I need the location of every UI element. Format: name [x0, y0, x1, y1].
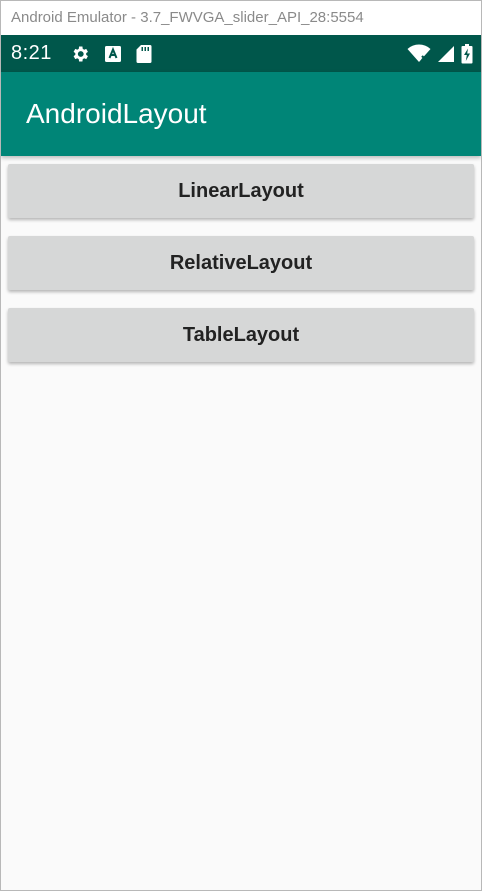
wifi-icon	[407, 44, 431, 64]
status-icons-left	[70, 44, 152, 64]
content-area: LinearLayout RelativeLayout TableLayout	[1, 156, 481, 362]
linear-layout-button[interactable]: LinearLayout	[8, 164, 474, 218]
status-icons-right	[407, 35, 473, 72]
gear-icon	[70, 44, 90, 64]
table-layout-button[interactable]: TableLayout	[8, 308, 474, 362]
app-title: AndroidLayout	[26, 98, 207, 129]
app-bar: AndroidLayout	[1, 72, 481, 156]
window-title: Android Emulator - 3.7_FWVGA_slider_API_…	[1, 1, 481, 35]
sd-card-icon	[136, 44, 152, 64]
status-time: 8:21	[11, 42, 52, 64]
device-screen: 8:21 AndroidLayout LinearLayout Relative…	[1, 35, 481, 890]
a-notification-icon	[104, 45, 122, 63]
battery-charging-icon	[461, 43, 473, 64]
relative-layout-button[interactable]: RelativeLayout	[8, 236, 474, 290]
status-bar: 8:21	[1, 35, 481, 72]
cell-signal-icon	[437, 45, 455, 63]
emulator-window: Android Emulator - 3.7_FWVGA_slider_API_…	[0, 0, 482, 891]
